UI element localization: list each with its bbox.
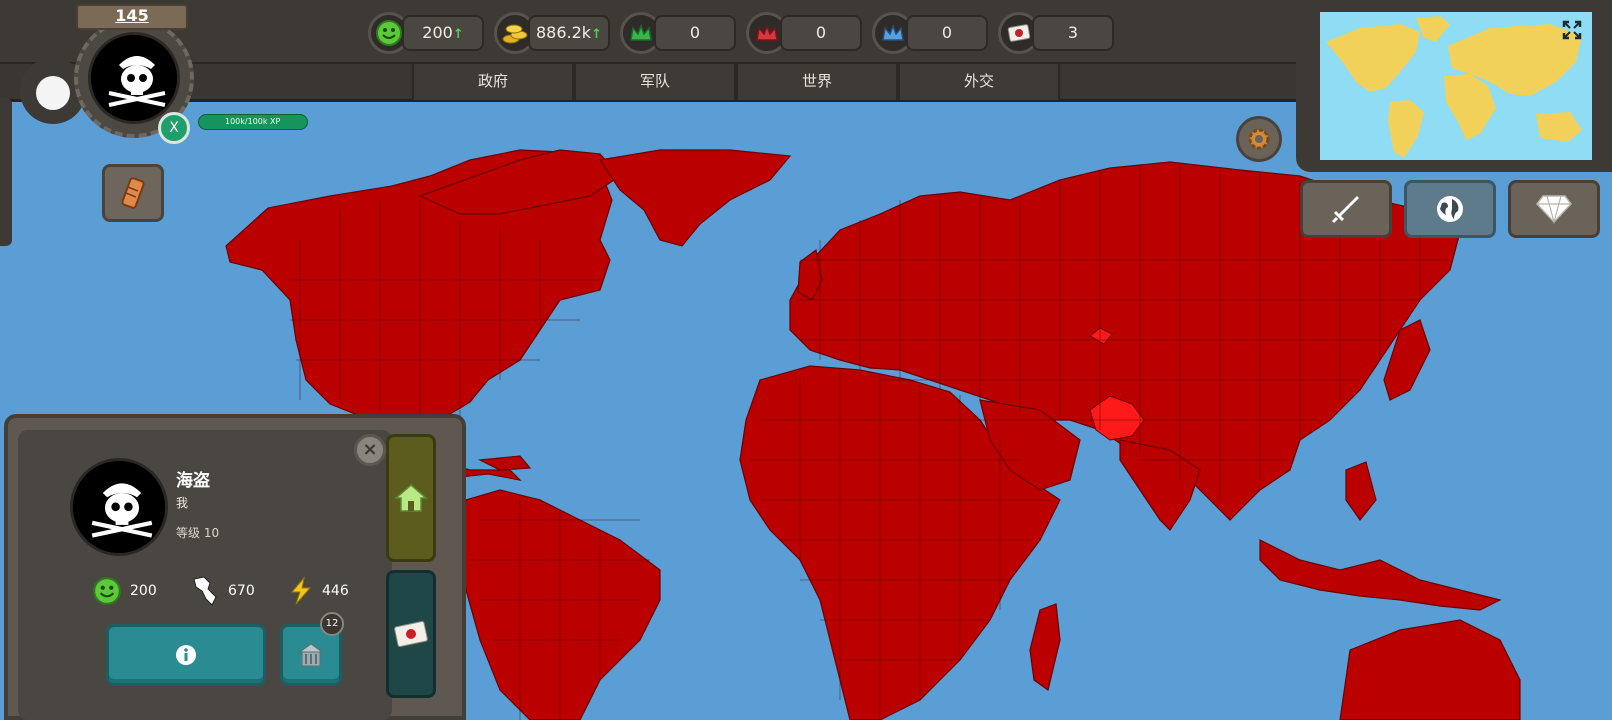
smiley-icon <box>93 577 121 605</box>
stat-territory: 670 <box>190 574 255 608</box>
message-button[interactable] <box>386 570 436 698</box>
side-toggle-knob[interactable] <box>36 76 70 110</box>
panel-avatar <box>70 458 168 556</box>
resource-happiness-value: 200↑ <box>402 15 484 51</box>
stat-territory-value: 670 <box>228 583 255 599</box>
stat-energy-value: 446 <box>322 583 349 599</box>
building-icon <box>298 643 324 667</box>
fullscreen-icon[interactable] <box>1562 20 1582 40</box>
settings-button[interactable] <box>1236 116 1282 162</box>
territory-icon <box>193 576 217 606</box>
resource-letters-value: 3 <box>1032 15 1114 51</box>
gear-icon <box>1248 128 1270 150</box>
scroll-quest-button[interactable] <box>102 164 164 222</box>
letter-icon <box>394 620 428 648</box>
stat-energy: 446 <box>288 574 349 608</box>
home-button[interactable] <box>386 434 436 562</box>
x-button[interactable]: X <box>158 112 190 144</box>
info-icon <box>176 645 196 665</box>
player-name: 海盗 <box>176 471 210 491</box>
buildings-count-badge: 12 <box>320 612 344 636</box>
minimap[interactable] <box>1320 12 1592 160</box>
globe-icon <box>1437 196 1463 222</box>
attack-mode-button[interactable] <box>1300 180 1392 238</box>
scroll-icon <box>121 177 145 209</box>
player-info-panel: 海盗 我 等级 10 × 200 670 446 12 <box>4 414 466 720</box>
info-button[interactable] <box>106 624 266 686</box>
player-level-badge: 145 <box>76 4 188 30</box>
lightning-icon <box>290 576 312 605</box>
close-panel-button[interactable]: × <box>354 434 386 466</box>
minimap-world <box>1326 16 1582 158</box>
resource-green-crown-value: 0 <box>654 15 736 51</box>
gems-button[interactable] <box>1508 180 1600 238</box>
tab-government[interactable]: 政府 <box>412 64 574 100</box>
home-icon <box>394 484 428 512</box>
sword-icon <box>1331 196 1359 224</box>
resource-blue-crown-value: 0 <box>906 15 988 51</box>
diamond-icon <box>1536 195 1572 224</box>
resource-gold-value: 886.2k↑ <box>528 15 610 51</box>
world-mode-button[interactable] <box>1404 180 1496 238</box>
player-level: 等级 10 <box>176 526 220 540</box>
resource-red-crown-value: 0 <box>780 15 862 51</box>
stat-happiness-value: 200 <box>130 583 157 599</box>
xp-progress-bar: 100k/100k XP <box>198 114 308 130</box>
tab-military[interactable]: 军队 <box>574 64 736 100</box>
tab-world[interactable]: 世界 <box>736 64 898 100</box>
side-drawer-strip[interactable] <box>0 98 12 246</box>
tab-diplomacy[interactable]: 外交 <box>898 64 1060 100</box>
stat-happiness: 200 <box>92 574 157 608</box>
player-subtitle: 我 <box>176 496 189 510</box>
avatar[interactable] <box>88 32 180 124</box>
